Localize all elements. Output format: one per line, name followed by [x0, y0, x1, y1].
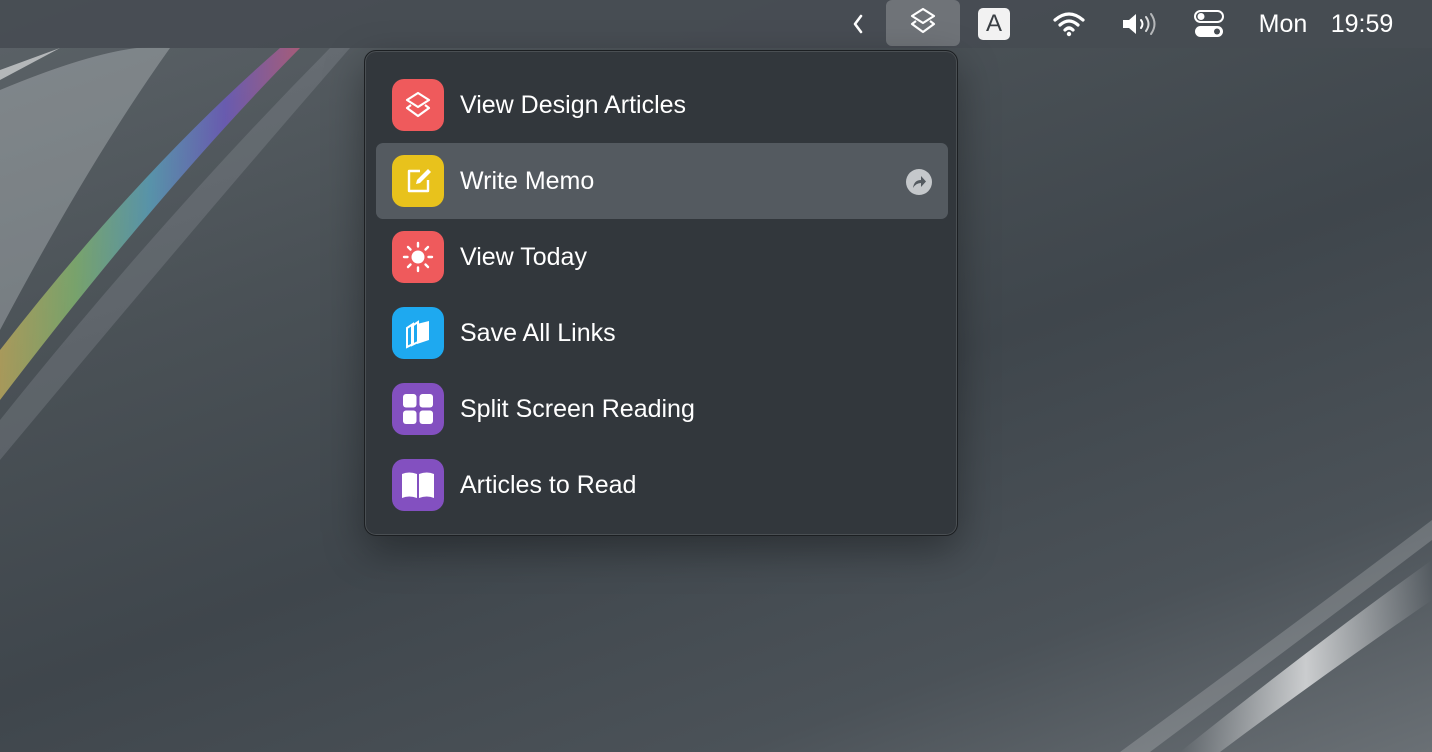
volume-icon[interactable] — [1114, 0, 1166, 48]
menu-item-view-design-articles[interactable]: View Design Articles — [376, 67, 948, 143]
menu-item-label: View Design Articles — [460, 91, 687, 119]
control-center-icon[interactable] — [1186, 0, 1232, 48]
menu-item-write-memo[interactable]: Write Memo — [376, 143, 948, 219]
shortcuts-menu-button[interactable] — [886, 0, 960, 46]
compose-icon — [392, 155, 444, 207]
input-source-button[interactable]: A — [972, 0, 1016, 48]
menu-item-label: View Today — [460, 243, 587, 271]
menu-item-label: Articles to Read — [460, 471, 637, 499]
menu-item-label: Save All Links — [460, 319, 616, 347]
menu-bar: A Mon 19:59 — [0, 0, 1432, 48]
menu-item-label: Split Screen Reading — [460, 395, 695, 423]
menubar-day[interactable]: Mon — [1250, 0, 1316, 48]
book-icon — [392, 459, 444, 511]
menu-item-save-all-links[interactable]: Save All Links — [376, 295, 948, 371]
sun-icon — [392, 231, 444, 283]
shortcuts-icon — [908, 6, 938, 41]
shortcuts-layers-icon — [392, 79, 444, 131]
shortcuts-dropdown-menu: View Design Articles Write Memo View Tod… — [364, 50, 958, 536]
menu-item-view-today[interactable]: View Today — [376, 219, 948, 295]
menu-item-label: Write Memo — [460, 167, 595, 195]
menu-item-articles-to-read[interactable]: Articles to Read — [376, 447, 948, 523]
menubar-clock[interactable]: 19:59 — [1320, 0, 1404, 48]
chevron-left-icon[interactable] — [842, 0, 874, 48]
input-source-label: A — [978, 8, 1010, 40]
share-arrow-icon[interactable] — [906, 169, 932, 195]
stacked-pages-icon — [392, 307, 444, 359]
wifi-icon[interactable] — [1044, 0, 1094, 48]
grid-icon — [392, 383, 444, 435]
menu-item-split-screen-reading[interactable]: Split Screen Reading — [376, 371, 948, 447]
